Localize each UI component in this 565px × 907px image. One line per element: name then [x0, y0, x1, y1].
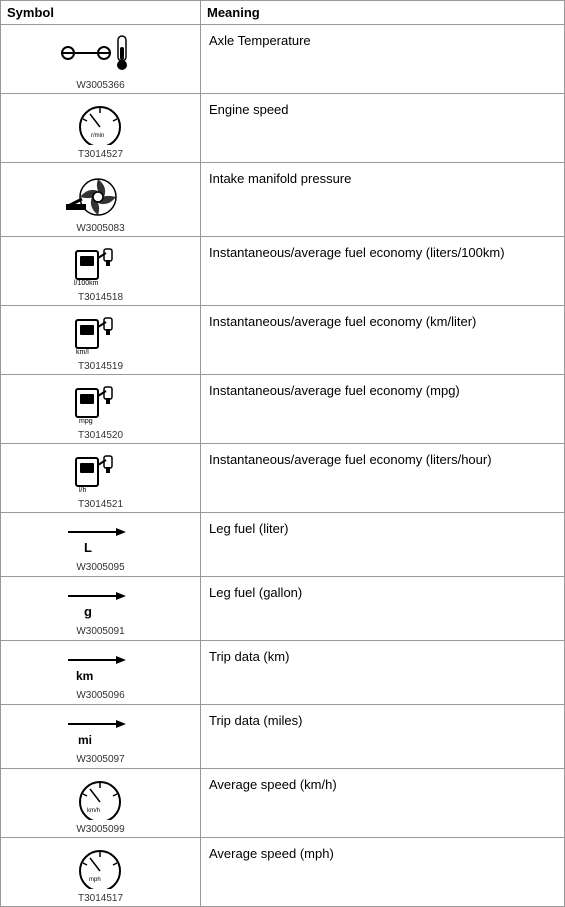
symbol-cell: W3005366: [1, 25, 201, 94]
symbol-icon: mi W3005097: [5, 711, 196, 766]
meaning-cell: Axle Temperature: [201, 25, 565, 94]
symbol-icon: W3005366: [5, 31, 196, 91]
svg-text:mi: mi: [78, 733, 92, 747]
svg-text:l/h: l/h: [79, 487, 87, 494]
meaning-cell: Average speed (km/h): [201, 769, 565, 838]
symbol-code: W3005095: [76, 562, 124, 573]
table-row: L W3005095Leg fuel (liter): [1, 513, 565, 577]
meaning-cell: Instantaneous/average fuel economy (lite…: [201, 237, 565, 306]
meaning-cell: Trip data (km): [201, 641, 565, 705]
symbol-code: W3005366: [76, 80, 124, 91]
symbol-code: W3005083: [76, 223, 124, 234]
svg-text:km/h: km/h: [87, 808, 100, 814]
symbol-code: T3014527: [78, 149, 123, 160]
svg-text:l/100km: l/100km: [74, 280, 99, 287]
symbol-icon: km/l T3014519: [5, 312, 196, 372]
symbol-cell: mph T3014517: [1, 838, 201, 907]
svg-text:km/l: km/l: [76, 349, 89, 356]
symbol-cell: l/h T3014521: [1, 444, 201, 513]
symbol-code: T3014521: [78, 499, 123, 510]
symbol-cell: L W3005095: [1, 513, 201, 577]
header-meaning: Meaning: [201, 1, 565, 25]
symbol-cell: km W3005096: [1, 641, 201, 705]
svg-text:mpg: mpg: [79, 418, 93, 425]
meaning-cell: Instantaneous/average fuel economy (km/l…: [201, 306, 565, 375]
symbol-cell: g W3005091: [1, 577, 201, 641]
symbol-cell: mpg T3014520: [1, 375, 201, 444]
symbol-cell: km/h W3005099: [1, 769, 201, 838]
symbol-icon: km/h W3005099: [5, 775, 196, 835]
table-row: W3005083 Intake manifold pressure: [1, 163, 565, 237]
symbol-icon: mph T3014517: [5, 844, 196, 904]
symbol-cell: mi W3005097: [1, 705, 201, 769]
meaning-cell: Leg fuel (gallon): [201, 577, 565, 641]
symbol-icon: mpg T3014520: [5, 381, 196, 441]
symbol-code: T3014517: [78, 893, 123, 904]
table-row: l/100km T3014518Instantaneous/average fu…: [1, 237, 565, 306]
svg-text:g: g: [84, 604, 92, 619]
symbol-code: T3014518: [78, 292, 123, 303]
symbol-icon: g W3005091: [5, 583, 196, 638]
table-row: l/h T3014521Instantaneous/average fuel e…: [1, 444, 565, 513]
header-symbol: Symbol: [1, 1, 201, 25]
svg-text:r/min: r/min: [91, 133, 104, 139]
table-row: W3005366 Axle Temperature: [1, 25, 565, 94]
symbol-cell: W3005083: [1, 163, 201, 237]
symbol-icon: km W3005096: [5, 647, 196, 702]
table-row: km/l T3014519Instantaneous/average fuel …: [1, 306, 565, 375]
table-row: g W3005091Leg fuel (gallon): [1, 577, 565, 641]
symbol-cell: r/min T3014527: [1, 94, 201, 163]
table-row: km/h W3005099Average speed (km/h): [1, 769, 565, 838]
table-row: mph T3014517Average speed (mph): [1, 838, 565, 907]
symbol-code: W3005091: [76, 626, 124, 637]
meaning-cell: Trip data (miles): [201, 705, 565, 769]
meaning-cell: Average speed (mph): [201, 838, 565, 907]
symbol-code: T3014520: [78, 430, 123, 441]
table-row: mi W3005097Trip data (miles): [1, 705, 565, 769]
symbol-icon: l/h T3014521: [5, 450, 196, 510]
symbol-cell: km/l T3014519: [1, 306, 201, 375]
meaning-cell: Engine speed: [201, 94, 565, 163]
table-row: km W3005096Trip data (km): [1, 641, 565, 705]
meaning-cell: Intake manifold pressure: [201, 163, 565, 237]
table-row: r/min T3014527Engine speed: [1, 94, 565, 163]
symbol-icon: r/min T3014527: [5, 100, 196, 160]
svg-text:L: L: [84, 540, 92, 555]
symbol-code: T3014519: [78, 361, 123, 372]
meaning-cell: Leg fuel (liter): [201, 513, 565, 577]
symbol-code: W3005099: [76, 824, 124, 835]
meaning-cell: Instantaneous/average fuel economy (lite…: [201, 444, 565, 513]
symbol-icon: L W3005095: [5, 519, 196, 574]
symbols-table: Symbol Meaning W3005366 Axle Temperature: [0, 0, 565, 907]
symbol-icon: l/100km T3014518: [5, 243, 196, 303]
meaning-cell: Instantaneous/average fuel economy (mpg): [201, 375, 565, 444]
table-row: mpg T3014520Instantaneous/average fuel e…: [1, 375, 565, 444]
svg-text:mph: mph: [89, 877, 101, 883]
symbol-icon: W3005083: [5, 169, 196, 234]
svg-text:km: km: [76, 669, 93, 683]
symbol-code: W3005096: [76, 690, 124, 701]
symbol-cell: l/100km T3014518: [1, 237, 201, 306]
